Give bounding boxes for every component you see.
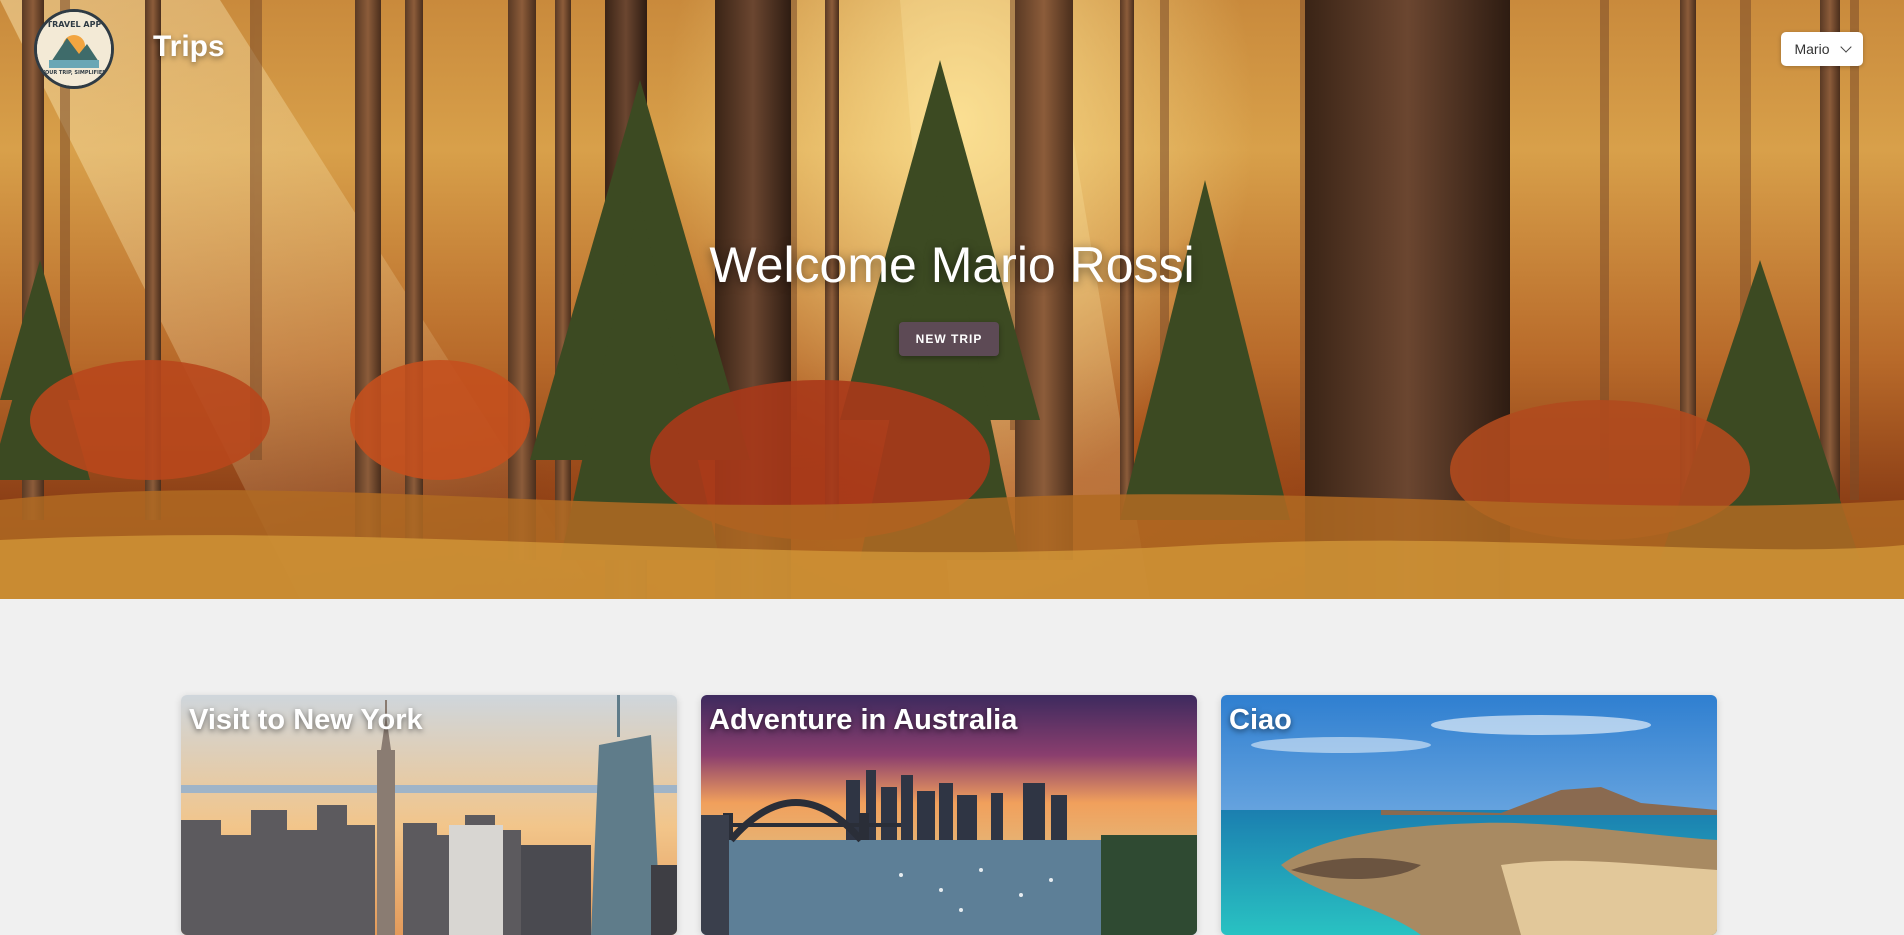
coastline-image xyxy=(1221,695,1717,935)
welcome-heading: Welcome Mario Rossi xyxy=(709,237,1195,293)
new-trip-button[interactable]: NEW TRIP xyxy=(899,322,999,356)
user-menu-label: Mario xyxy=(1794,41,1830,57)
trip-card-title: Adventure in Australia xyxy=(709,704,1018,736)
hero-banner: TRAVEL APP YOUR TRIP, SIMPLIFIED Trips M… xyxy=(0,0,1904,599)
logo-top-text: TRAVEL APP xyxy=(46,20,102,29)
trip-card-title: Ciao xyxy=(1229,704,1292,736)
trip-card[interactable]: Ciao xyxy=(1221,695,1717,935)
trip-card-title: Visit to New York xyxy=(189,704,423,736)
chevron-down-icon xyxy=(1839,41,1852,53)
app-logo[interactable]: TRAVEL APP YOUR TRIP, SIMPLIFIED xyxy=(34,9,114,89)
page-title: Trips xyxy=(153,30,225,63)
trip-card[interactable]: Adventure in Australia xyxy=(701,695,1197,935)
logo-bottom-text: YOUR TRIP, SIMPLIFIED xyxy=(41,70,107,76)
trip-card[interactable]: Visit to New York xyxy=(181,695,677,935)
top-bar: TRAVEL APP YOUR TRIP, SIMPLIFIED Trips M… xyxy=(0,0,1904,98)
user-menu-button[interactable]: Mario xyxy=(1781,32,1863,66)
